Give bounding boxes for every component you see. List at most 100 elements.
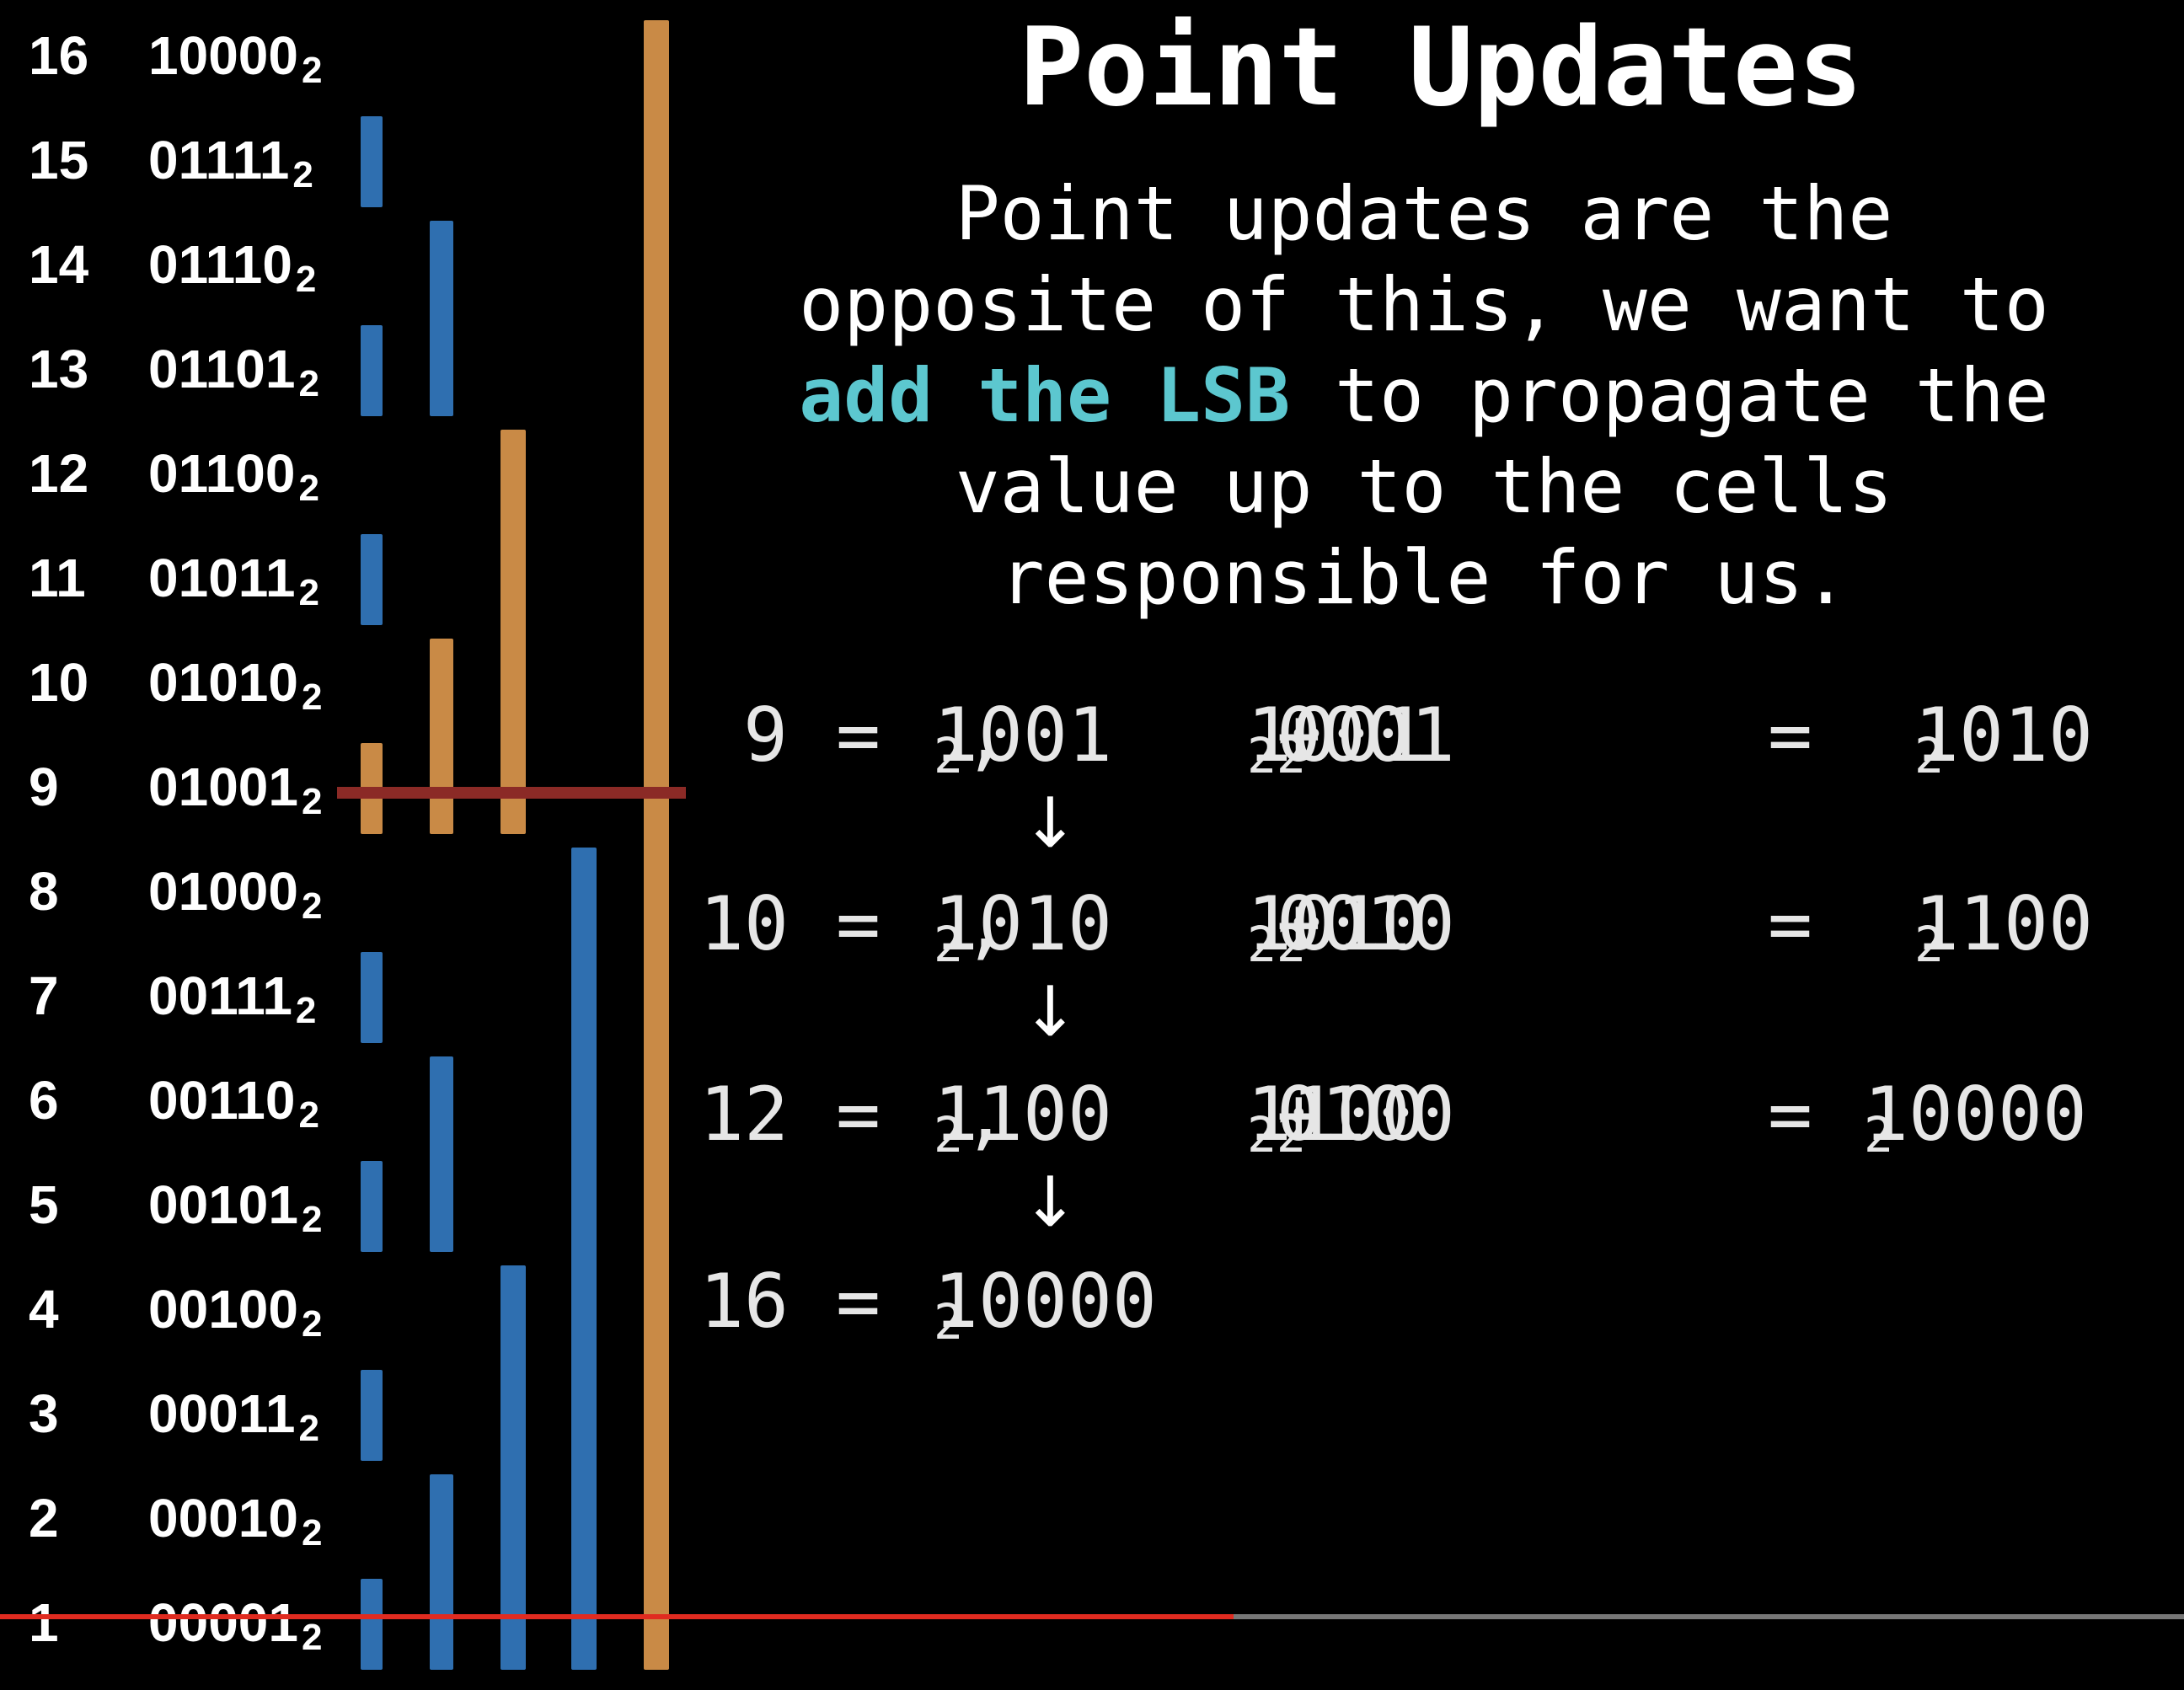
cell-binary: 001012 [148, 1153, 322, 1272]
step-binary: 1010 2, [934, 878, 1112, 991]
step-addend-a: 1100 2 + [1247, 1071, 1426, 1163]
binary-digits: 01011 [148, 548, 296, 608]
down-arrow-icon: ↓ [1021, 783, 1079, 864]
description-text: Point updates are the opposite of this, … [699, 168, 2149, 623]
binary-subscript: 2 [301, 885, 323, 927]
index-row: 13 011012 [0, 317, 371, 421]
binary-subscript: 2 [298, 1408, 319, 1449]
step-result: 1100 2 [1914, 878, 2093, 991]
cell-binary: 001002 [148, 1257, 322, 1377]
cell-binary: 000102 [148, 1466, 322, 1586]
fenwick-bar-15 [361, 116, 383, 207]
fenwick-bar-12 [500, 430, 526, 834]
cell-binary: 010112 [148, 526, 319, 645]
cell-binary: 000112 [148, 1361, 319, 1481]
index-row: 11 010112 [0, 526, 371, 630]
cell-binary: 001102 [148, 1048, 319, 1168]
step-addend-b: 0010 2 [1277, 880, 1455, 973]
video-progress-bar[interactable] [0, 1614, 2184, 1619]
step-sum: 1001 2 +0001 2 [1247, 689, 1455, 802]
index-row: 15 011112 [0, 108, 371, 212]
comma: , [962, 1071, 1008, 1158]
binary-digits: 01001 [148, 757, 298, 817]
fenwick-bar-1 [361, 1579, 383, 1670]
cell-binary: 011002 [148, 421, 319, 541]
cell-index: 14 [29, 234, 89, 295]
step-sum: 1010 2 +0010 2 [1247, 878, 1455, 991]
index-row: 6 001102 [0, 1048, 371, 1153]
step-result-digits: 1100 [1914, 880, 2093, 967]
binary-subscript: 2 [295, 259, 317, 300]
fenwick-bar-11 [361, 534, 383, 625]
fenwick-bar-4 [500, 1265, 526, 1670]
step-result: 10000 2 [1864, 1068, 2087, 1181]
update-step: 10 = 1010 2, 1010 2 +0010 2 = 1100 2 [691, 878, 2132, 973]
index-row: 8 010002 [0, 839, 371, 944]
fenwick-bar-14 [430, 221, 453, 416]
fenwick-bar-8 [571, 848, 597, 1670]
cell-index: 11 [29, 548, 86, 608]
index-row: 12 011002 [0, 421, 371, 526]
comma: , [962, 880, 1008, 967]
step-index: 16 [699, 1258, 789, 1345]
binary-digits: 01100 [148, 443, 296, 504]
index-row: 14 011102 [0, 212, 371, 317]
fenwick-bar-10 [430, 639, 453, 834]
fenwick-bar-5 [361, 1161, 383, 1252]
cell-index: 8 [29, 861, 59, 922]
step-addend-b-digits: 0010 [1276, 880, 1455, 967]
step-sum: 1100 2 +0100 2 [1247, 1068, 1455, 1181]
equals-sign: = [1768, 692, 1812, 778]
down-arrow-icon: ↓ [1021, 1163, 1079, 1243]
binary-digits: 00010 [148, 1488, 298, 1548]
step-index: 10 [699, 880, 789, 967]
index-row: 10 010102 [0, 630, 371, 735]
binary-subscript: 2 [298, 468, 319, 509]
step-result: 1010 2 [1914, 689, 2093, 802]
page-title: Point Updates [1019, 5, 1863, 131]
binary-digits: 01111 [148, 130, 290, 190]
binary-digits: 01110 [148, 234, 292, 295]
binary-digits: 00110 [148, 1070, 296, 1131]
equals-sign: = [1768, 880, 1812, 967]
step-index: 9 [743, 692, 788, 778]
index-row: 9 010012 [0, 735, 371, 839]
cell-index: 1 [29, 1592, 59, 1653]
cell-index: 15 [29, 130, 89, 190]
equals-sign: = [836, 880, 881, 967]
fenwick-bar-3 [361, 1370, 383, 1461]
step-addend-b-digits: 0001 [1276, 692, 1455, 778]
step-binary-digits: 10000 [934, 1258, 1157, 1345]
cell-index: 12 [29, 443, 89, 504]
description-line: opposite of this, we want to [799, 261, 2049, 348]
description-line-rest: to propagate the [1290, 352, 2049, 439]
fenwick-bar-7 [361, 952, 383, 1043]
update-step: 12 = 1100 2, 1100 2 +0100 2 = 10000 2 [691, 1068, 2132, 1163]
cell-index: 2 [29, 1488, 59, 1548]
step-binary: 1001 2, [934, 689, 1112, 802]
cell-binary: 011102 [148, 212, 316, 332]
description-line: add the LSB to propagate the [699, 350, 2149, 441]
index-row: 1 000012 [0, 1570, 371, 1675]
index-row: 2 000102 [0, 1466, 371, 1570]
step-binary-digits: 1001 [934, 692, 1112, 778]
step-addend-b: 0001 2 [1277, 692, 1455, 784]
binary-digits: 00011 [148, 1383, 296, 1444]
cell-index: 9 [29, 757, 59, 817]
step-binary-digits: 1100 [934, 1071, 1112, 1158]
fenwick-bar-2 [430, 1474, 453, 1670]
cell-index: 3 [29, 1383, 59, 1444]
cell-binary: 001112 [148, 944, 316, 1063]
binary-digits: 10000 [148, 25, 298, 86]
cell-binary: 100002 [148, 3, 322, 123]
fenwick-bar-16 [644, 20, 669, 1670]
cell-binary: 000012 [148, 1570, 322, 1690]
step-binary-digits: 1010 [934, 880, 1112, 967]
cell-index: 5 [29, 1174, 59, 1235]
slide: 16 100002 15 011112 14 011102 13 011012 12 011002… [0, 0, 2184, 1673]
fenwick-bar-13 [361, 325, 383, 416]
comma: , [962, 692, 1008, 778]
update-step: 9 = 1001 2, 1001 2 +0001 2 = 1010 2 [691, 689, 2132, 784]
binary-subscript: 2 [301, 1199, 323, 1240]
index-row: 3 000112 [0, 1361, 371, 1466]
